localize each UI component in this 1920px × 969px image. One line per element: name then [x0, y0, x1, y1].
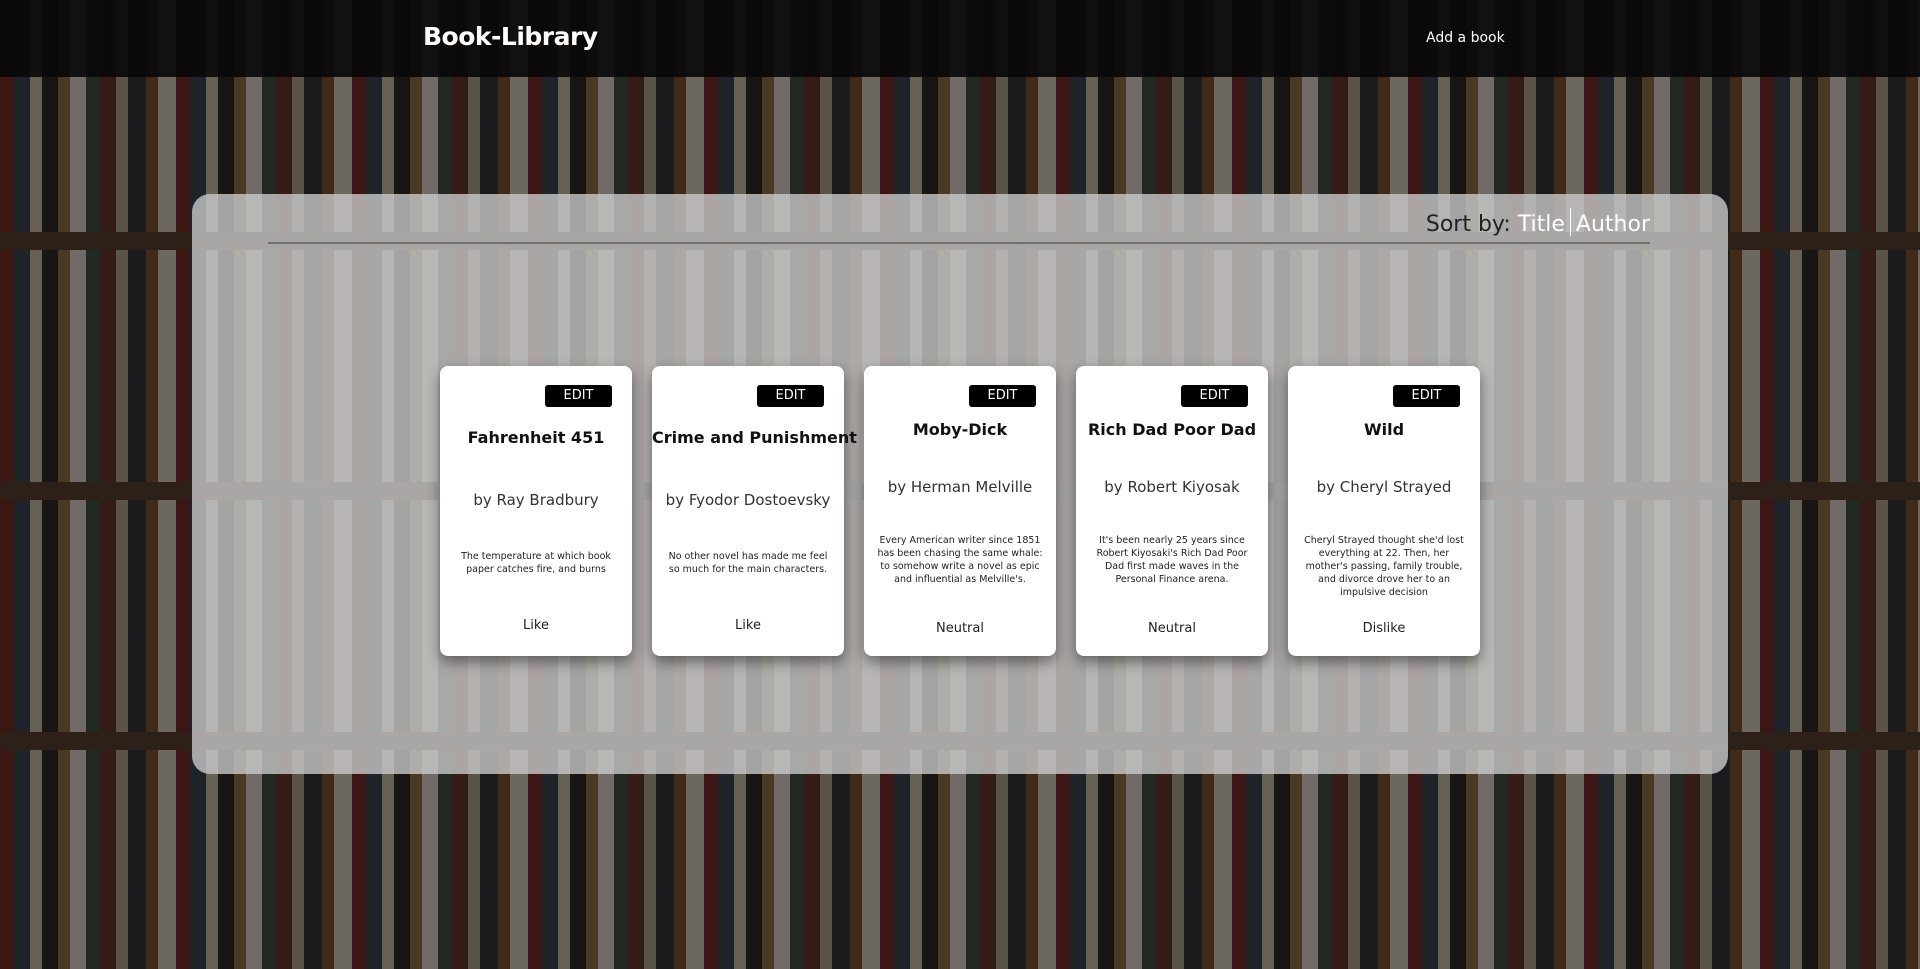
book-author: by Fyodor Dostoevsky — [665, 491, 831, 509]
book-description: The temperature at which book paper catc… — [461, 551, 611, 575]
edit-button[interactable]: EDIT — [1181, 385, 1248, 407]
book-author: by Herman Melville — [887, 478, 1033, 496]
edit-button[interactable]: EDIT — [757, 385, 824, 407]
library-panel: Sort by: Title Author EDIT Fahrenheit 451… — [192, 194, 1728, 774]
book-title: Crime and Punishment — [652, 428, 857, 447]
book-card[interactable]: EDIT Rich Dad Poor Dad by Robert Kiyosak… — [1076, 366, 1268, 656]
add-book-link[interactable]: Add a book — [1426, 30, 1505, 46]
sort-by-author-button[interactable]: Author — [1576, 212, 1650, 237]
book-card-list: EDIT Fahrenheit 451 by Ray Bradbury The … — [440, 366, 1480, 656]
book-description: Every American writer since 1851 has bee… — [877, 535, 1043, 585]
book-rating: Dislike — [1362, 621, 1406, 636]
book-rating: Neutral — [1148, 621, 1196, 636]
book-title: Rich Dad Poor Dad — [1087, 420, 1257, 439]
sort-by-title-button[interactable]: Title — [1518, 212, 1565, 237]
book-description: Cheryl Strayed thought she'd lost everyt… — [1304, 535, 1464, 598]
book-card[interactable]: EDIT Moby-Dick by Herman Melville Every … — [864, 366, 1056, 656]
book-card[interactable]: EDIT Fahrenheit 451 by Ray Bradbury The … — [440, 366, 632, 656]
book-description: No other novel has made me feel so much … — [668, 551, 828, 575]
sort-label: Sort by: — [1425, 212, 1511, 237]
navbar: Book-Library Add a book — [0, 0, 1920, 77]
book-title: Wild — [1363, 420, 1405, 439]
book-rating: Like — [735, 618, 761, 633]
edit-button[interactable]: EDIT — [1393, 385, 1460, 407]
book-rating: Like — [523, 618, 549, 633]
sort-bar: Sort by: Title Author — [268, 202, 1650, 244]
sort-divider — [1569, 208, 1571, 236]
edit-button[interactable]: EDIT — [545, 385, 612, 407]
book-title: Moby-Dick — [912, 420, 1008, 439]
book-rating: Neutral — [936, 621, 984, 636]
book-author: by Ray Bradbury — [473, 491, 599, 509]
book-author: by Robert Kiyosak — [1104, 478, 1240, 496]
edit-button[interactable]: EDIT — [969, 385, 1036, 407]
book-title: Fahrenheit 451 — [467, 428, 605, 447]
book-author: by Cheryl Strayed — [1316, 478, 1452, 496]
book-card[interactable]: EDIT Crime and Punishment by Fyodor Dost… — [652, 366, 857, 656]
brand-logo-link[interactable]: Book-Library — [423, 22, 598, 51]
sort-controls: Sort by: Title Author — [1426, 208, 1650, 237]
book-card[interactable]: EDIT Wild by Cheryl Strayed Cheryl Stray… — [1288, 366, 1480, 656]
book-description: It's been nearly 25 years since Robert K… — [1096, 535, 1248, 585]
